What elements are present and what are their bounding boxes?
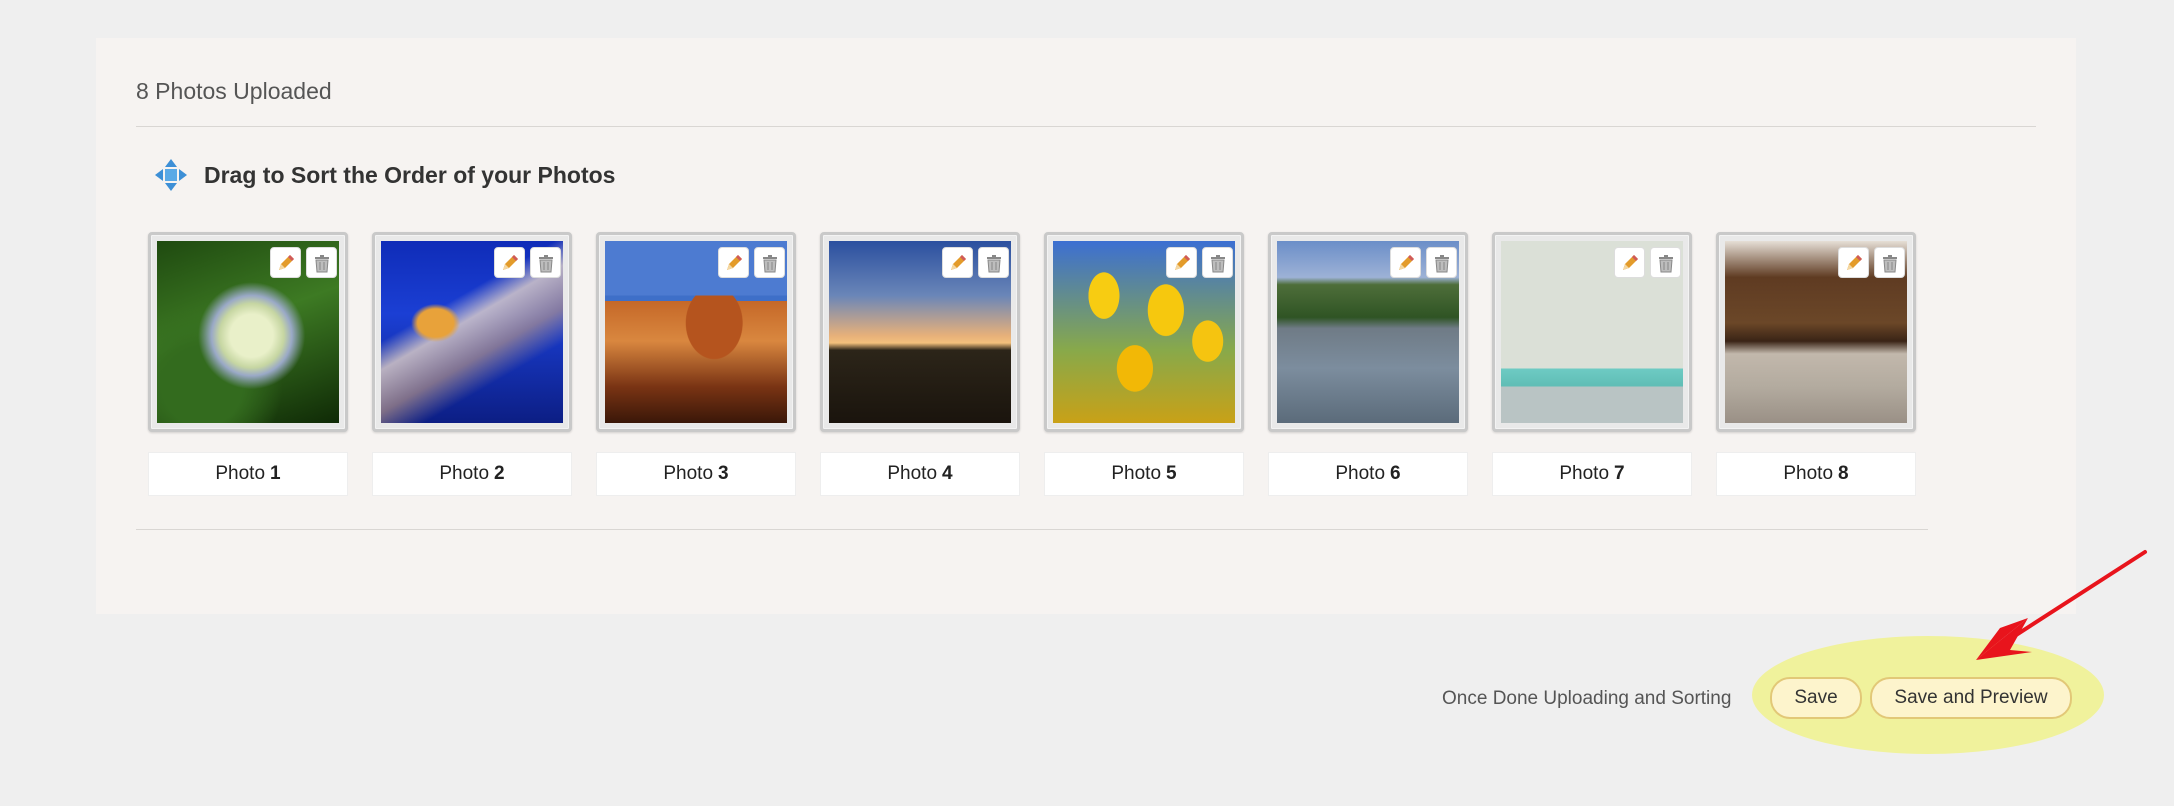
pencil-icon [1622, 254, 1638, 270]
photo-caption-number: 2 [494, 463, 505, 484]
trash-icon [762, 254, 777, 272]
trash-icon [1434, 254, 1449, 272]
trash-icon [1882, 254, 1897, 272]
photo-item[interactable]: Photo 1 [148, 232, 348, 496]
photo-caption: Photo 7 [1492, 452, 1692, 496]
photo-thumbnail-frame[interactable] [1268, 232, 1468, 432]
photo-caption-number: 7 [1614, 463, 1625, 484]
edit-photo-button[interactable] [270, 247, 301, 278]
pencil-icon [1846, 254, 1862, 270]
edit-photo-button[interactable] [1614, 247, 1645, 278]
delete-photo-button[interactable] [306, 247, 337, 278]
photo-caption-label: Photo [1559, 463, 1610, 484]
photo-thumbnail-frame[interactable] [372, 232, 572, 432]
photo-item[interactable]: Photo 4 [820, 232, 1020, 496]
photo-caption-label: Photo [663, 463, 714, 484]
photo-item[interactable]: Photo 7 [1492, 232, 1692, 496]
edit-photo-button[interactable] [1838, 247, 1869, 278]
photo-caption: Photo 3 [596, 452, 796, 496]
divider [136, 126, 2036, 127]
photo-caption-label: Photo [1783, 463, 1834, 484]
delete-photo-button[interactable] [1650, 247, 1681, 278]
sort-heading: Drag to Sort the Order of your Photos [204, 161, 616, 188]
photo-thumbnail-frame[interactable] [1044, 232, 1244, 432]
footer-instruction: Once Done Uploading and Sorting [1442, 688, 1732, 709]
delete-photo-button[interactable] [530, 247, 561, 278]
pencil-icon [726, 254, 742, 270]
delete-photo-button[interactable] [754, 247, 785, 278]
pencil-icon [1398, 254, 1414, 270]
delete-photo-button[interactable] [978, 247, 1009, 278]
photo-caption-number: 5 [1166, 463, 1177, 484]
photo-caption-label: Photo [1111, 463, 1162, 484]
photo-caption: Photo 8 [1716, 452, 1916, 496]
photo-caption-label: Photo [439, 463, 490, 484]
divider [136, 529, 1928, 530]
pencil-icon [278, 254, 294, 270]
edit-photo-button[interactable] [942, 247, 973, 278]
edit-photo-button[interactable] [718, 247, 749, 278]
trash-icon [1658, 254, 1673, 272]
save-button[interactable]: Save [1770, 677, 1862, 719]
trash-icon [538, 254, 553, 272]
photo-caption-number: 6 [1390, 463, 1401, 484]
photo-caption-number: 4 [942, 463, 953, 484]
trash-icon [986, 254, 1001, 272]
photo-thumbnail-frame[interactable] [820, 232, 1020, 432]
pencil-icon [950, 254, 966, 270]
photo-caption-number: 3 [718, 463, 729, 484]
photo-caption-label: Photo [1335, 463, 1386, 484]
photo-caption: Photo 6 [1268, 452, 1468, 496]
photo-panel: 8 Photos Uploaded Drag to Sort the Order… [96, 38, 2076, 614]
photo-thumbnail-frame[interactable] [596, 232, 796, 432]
delete-photo-button[interactable] [1874, 247, 1905, 278]
photo-item[interactable]: Photo 5 [1044, 232, 1244, 496]
photo-thumbnail-frame[interactable] [1492, 232, 1692, 432]
photo-caption: Photo 1 [148, 452, 348, 496]
photo-caption-number: 1 [270, 463, 281, 484]
edit-photo-button[interactable] [494, 247, 525, 278]
photo-item[interactable]: Photo 6 [1268, 232, 1468, 496]
photo-item[interactable]: Photo 8 [1716, 232, 1916, 496]
photo-thumbnail-frame[interactable] [148, 232, 348, 432]
photos-uploaded-title: 8 Photos Uploaded [136, 78, 332, 104]
photo-item[interactable]: Photo 2 [372, 232, 572, 496]
trash-icon [314, 254, 329, 272]
move-arrows-icon [155, 159, 187, 191]
pencil-icon [502, 254, 518, 270]
photo-thumbnail-frame[interactable] [1716, 232, 1916, 432]
photo-caption-label: Photo [215, 463, 266, 484]
trash-icon [1210, 254, 1225, 272]
photo-caption: Photo 2 [372, 452, 572, 496]
pencil-icon [1174, 254, 1190, 270]
edit-photo-button[interactable] [1390, 247, 1421, 278]
annotation-arrow-icon [1976, 550, 2147, 660]
photo-caption: Photo 5 [1044, 452, 1244, 496]
delete-photo-button[interactable] [1202, 247, 1233, 278]
save-and-preview-button[interactable]: Save and Preview [1870, 677, 2072, 719]
sort-header: Drag to Sort the Order of your Photos [154, 158, 615, 192]
photo-item[interactable]: Photo 3 [596, 232, 796, 496]
edit-photo-button[interactable] [1166, 247, 1197, 278]
photo-caption: Photo 4 [820, 452, 1020, 496]
photo-caption-number: 8 [1838, 463, 1849, 484]
photo-list: Photo 1 Photo 2 Photo 3 Photo 4 Photo 5 … [148, 232, 1916, 496]
photo-caption-label: Photo [887, 463, 938, 484]
delete-photo-button[interactable] [1426, 247, 1457, 278]
